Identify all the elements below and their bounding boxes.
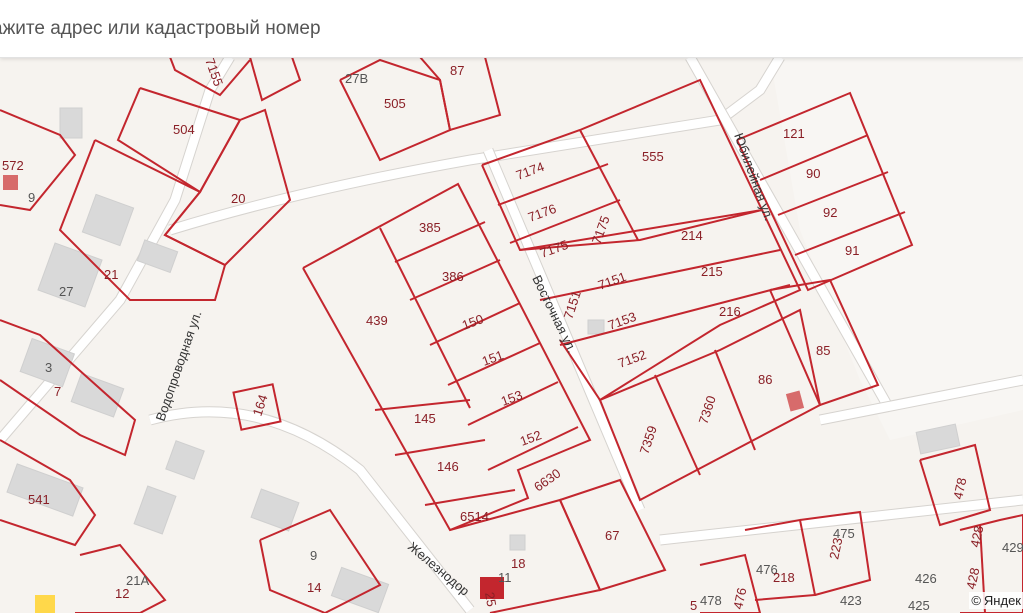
plot-label: 7175 (589, 214, 613, 246)
plot-label: 87 (450, 63, 464, 78)
plot-label: 215 (701, 264, 723, 279)
plot-label: 7174 (514, 159, 546, 183)
cadastral-map[interactable]: Водопроводная ул. Восточная ул. Юбилейна… (0, 0, 1023, 613)
plot-label: 478 (950, 476, 969, 500)
plot-label: 6630 (531, 466, 563, 495)
plot-label: 7360 (696, 394, 719, 426)
plot-label: 504 (173, 122, 195, 137)
street-label-zheleznodorozhnaya: Железнодор (405, 539, 472, 599)
plot-label: 5 (690, 598, 697, 613)
plot-label: 145 (414, 411, 436, 426)
plot-label: 11 (498, 570, 512, 585)
plot-label: 6514 (460, 509, 489, 524)
plot-label: 425 (908, 598, 930, 613)
plot-label: 146 (437, 459, 459, 474)
plot-label: 423 (840, 593, 862, 608)
plot-label: 505 (384, 96, 406, 111)
plot-label: 7152 (616, 347, 648, 371)
plot-label: 92 (823, 205, 837, 220)
plot-label: 541 (28, 492, 50, 507)
copyright-icon: © (971, 593, 981, 608)
plot-label: 476 (730, 586, 749, 610)
plot-label: 214 (681, 228, 703, 243)
plot-label: 439 (366, 313, 388, 328)
plot-label: 164 (250, 393, 271, 418)
plot-label: 216 (719, 304, 741, 319)
marker-building (35, 595, 55, 613)
plot-label: 9 (28, 190, 35, 205)
plot-label: 475 (833, 526, 855, 541)
plot-label: 555 (642, 149, 664, 164)
plot-label: 3 (45, 360, 52, 375)
marker-building (785, 390, 805, 412)
copyright-text: Яндек (983, 593, 1021, 608)
plot-label: 7151 (561, 289, 584, 321)
plot-label: 218 (773, 570, 795, 585)
plot-label: 14 (307, 580, 321, 595)
plot-label: 27В (345, 71, 368, 86)
plot-label: 7 (54, 384, 61, 399)
plot-label: 86 (758, 372, 772, 387)
plot-label: 12 (115, 586, 129, 601)
plot-label: 121 (783, 126, 805, 141)
street-label-vodoprovodnaya: Водопроводная ул. (153, 309, 205, 423)
map-copyright[interactable]: © Яндек (969, 592, 1023, 609)
search-bar (0, 0, 1023, 58)
plot-label: 90 (806, 166, 820, 181)
plot-label: 151 (480, 347, 506, 369)
plot-label: 7359 (637, 424, 660, 456)
plot-label: 7175 (538, 237, 570, 261)
plot-label: 7176 (526, 201, 558, 225)
plot-label: 429 (1002, 540, 1023, 555)
plot-label: 428 (967, 524, 986, 548)
plot-label: 67 (605, 528, 619, 543)
plot-label: 21 (104, 267, 118, 282)
plot-label: 91 (845, 243, 859, 258)
plot-label: 21А (126, 573, 149, 588)
plot-label: 153 (499, 387, 525, 409)
plot-label: 385 (419, 220, 441, 235)
plot-label: 25 (482, 591, 499, 608)
plot-label: 27 (59, 284, 73, 299)
plot-label: 426 (915, 571, 937, 586)
plot-label: 85 (816, 343, 830, 358)
plot-label: 150 (460, 311, 486, 333)
plot-label: 20 (231, 191, 245, 206)
plot-label: 428 (963, 566, 982, 590)
marker-building (3, 175, 18, 190)
plot-label: 7151 (596, 269, 628, 293)
plot-label: 386 (442, 269, 464, 284)
plot-label: 9 (310, 548, 317, 563)
plot-label: 18 (511, 556, 525, 571)
search-input[interactable] (0, 17, 892, 40)
plot-label: 478 (700, 593, 722, 608)
plot-label: 572 (2, 158, 24, 173)
